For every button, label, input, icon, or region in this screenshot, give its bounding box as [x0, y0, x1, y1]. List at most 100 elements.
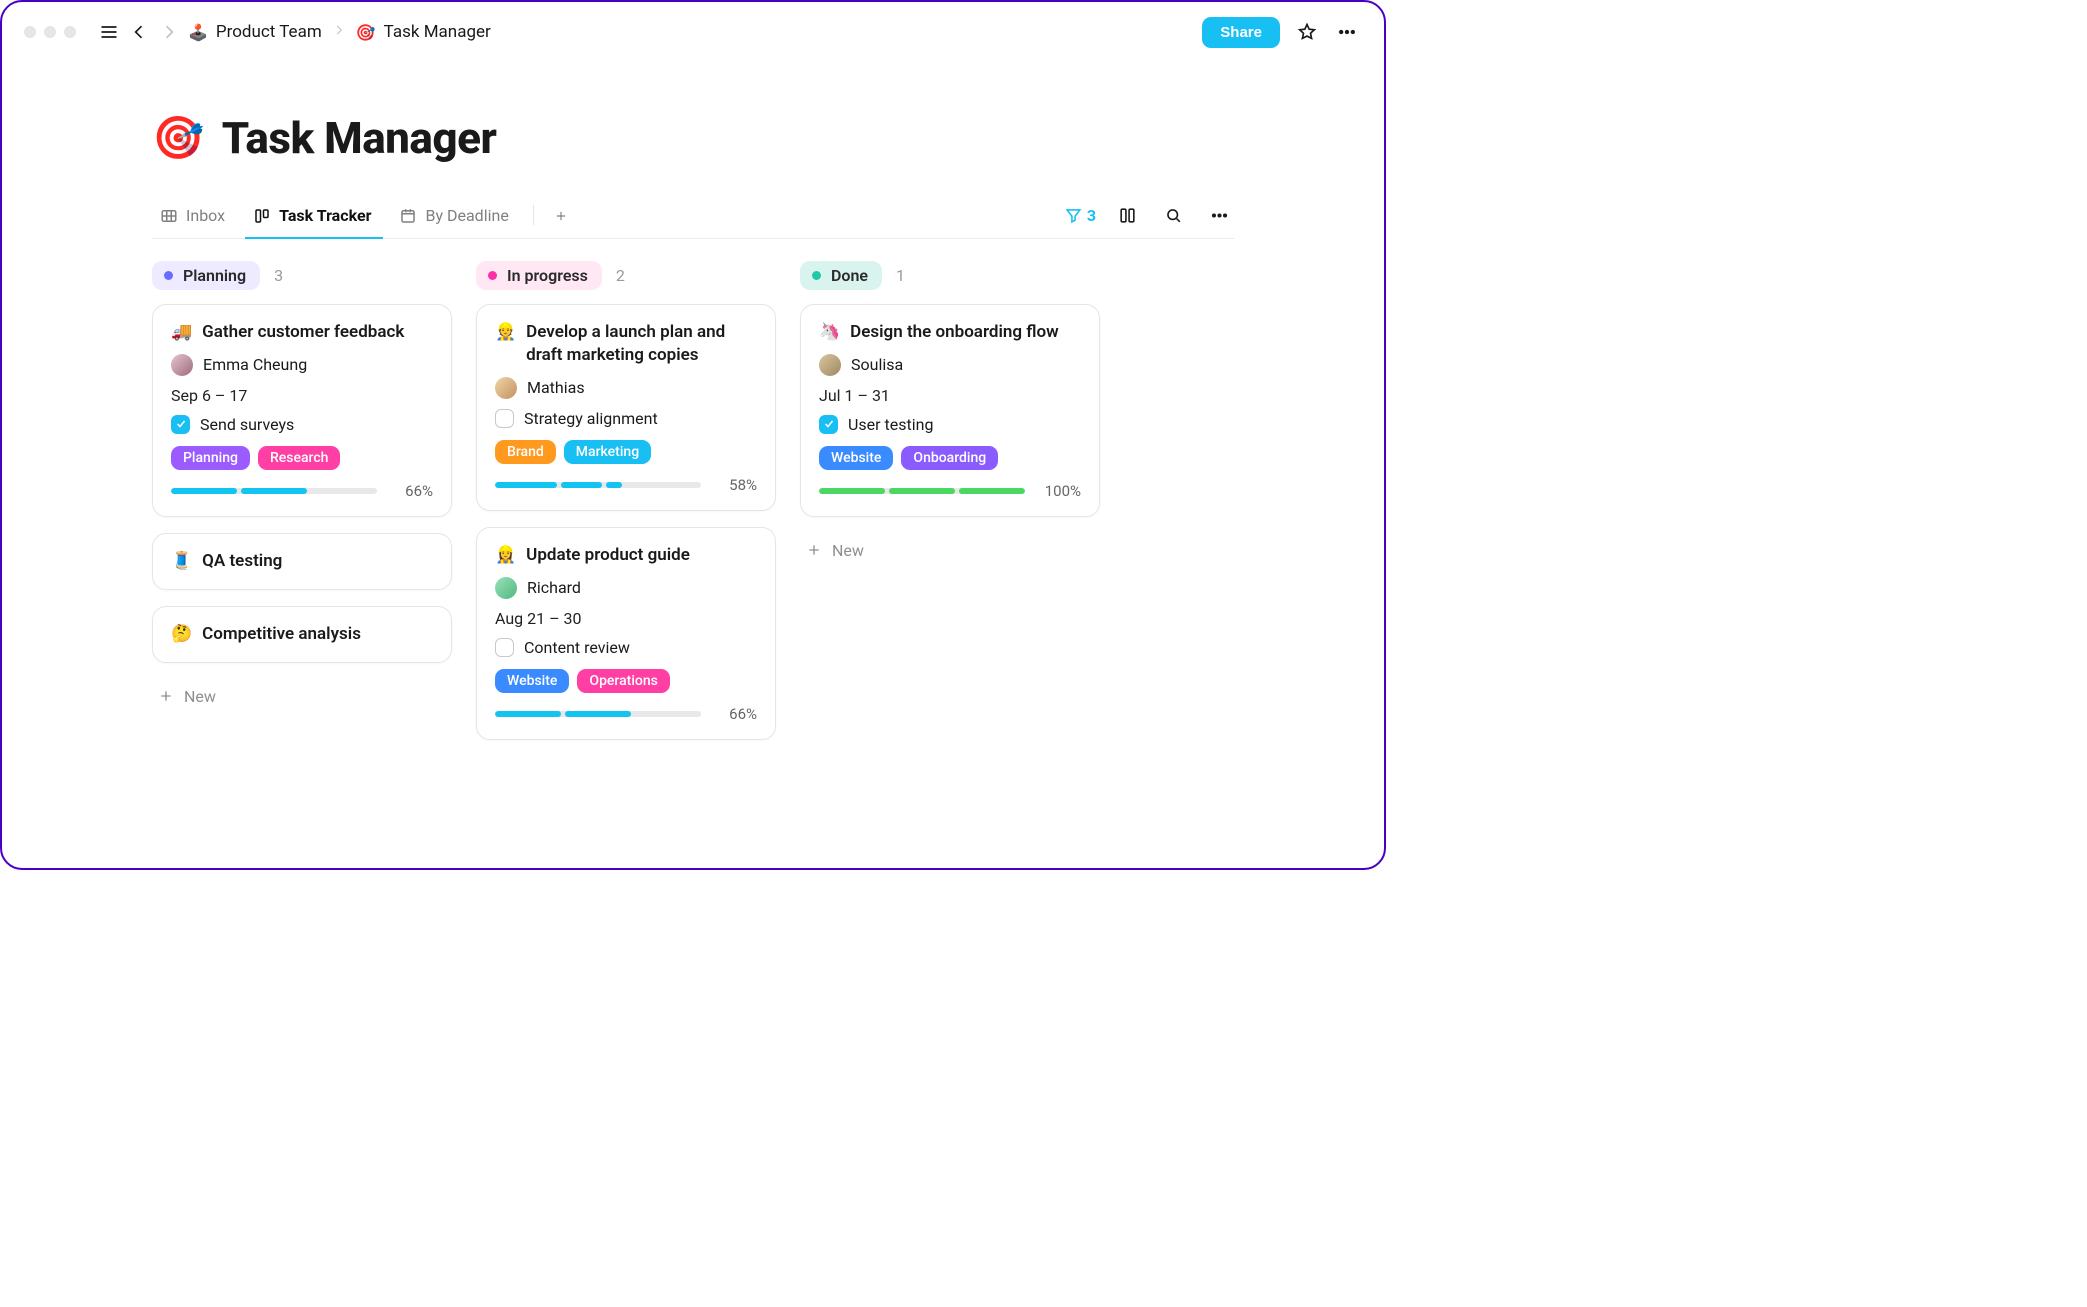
- subtask-label: Send surveys: [200, 415, 294, 434]
- group-icon[interactable]: [1112, 200, 1142, 230]
- tag-list: Website Operations: [495, 669, 757, 693]
- column-progress: In progress 2 👷 Develop a launch plan an…: [476, 261, 776, 756]
- tab-separator: [533, 205, 534, 225]
- tag[interactable]: Operations: [577, 669, 669, 693]
- card-title-text: Competitive analysis: [202, 623, 361, 646]
- breadcrumb: 🕹️ Product Team 🎯 Task Manager: [188, 22, 491, 42]
- star-icon[interactable]: [1292, 17, 1322, 47]
- new-label: New: [184, 687, 216, 706]
- column-pill[interactable]: In progress: [476, 261, 602, 290]
- assignee-name: Richard: [527, 578, 581, 597]
- tag[interactable]: Website: [819, 446, 893, 470]
- tag[interactable]: Website: [495, 669, 569, 693]
- column-pill[interactable]: Done: [800, 261, 882, 290]
- forward-icon[interactable]: [154, 17, 184, 47]
- date-range: Jul 1 – 31: [819, 386, 1081, 405]
- subtask-row[interactable]: Strategy alignment: [495, 409, 757, 428]
- subtask-row[interactable]: User testing: [819, 415, 1081, 434]
- column-count: 2: [616, 266, 625, 285]
- card-emoji: 🚚: [171, 321, 192, 344]
- task-card[interactable]: 🦄 Design the onboarding flow Soulisa Jul …: [800, 304, 1100, 517]
- tag[interactable]: Marketing: [564, 440, 651, 464]
- task-card[interactable]: 🧵 QA testing: [152, 533, 452, 590]
- card-title: 🧵 QA testing: [171, 550, 433, 573]
- tag[interactable]: Research: [258, 446, 340, 470]
- tab-label: Task Tracker: [279, 206, 371, 225]
- column-count: 3: [274, 266, 283, 285]
- checkbox-icon[interactable]: [171, 415, 190, 434]
- assignee-name: Soulisa: [851, 355, 903, 374]
- card-title-text: QA testing: [202, 550, 282, 573]
- tag-list: Website Onboarding: [819, 446, 1081, 470]
- avatar-icon: [495, 577, 517, 599]
- avatar-icon: [495, 377, 517, 399]
- tab-label: By Deadline: [425, 206, 508, 225]
- filter-button[interactable]: 3: [1064, 206, 1096, 225]
- progress-pct: 100%: [1037, 482, 1081, 500]
- breadcrumb-item-parent[interactable]: 🕹️ Product Team: [188, 22, 322, 42]
- card-title-text: Gather customer feedback: [202, 321, 404, 344]
- assignee-name: Mathias: [527, 378, 585, 397]
- subtask-row[interactable]: Content review: [495, 638, 757, 657]
- share-button[interactable]: Share: [1202, 17, 1280, 48]
- date-range: Sep 6 – 17: [171, 386, 433, 405]
- tag[interactable]: Brand: [495, 440, 556, 464]
- assignee: Richard: [495, 577, 757, 599]
- new-label: New: [832, 541, 864, 560]
- card-title: 🦄 Design the onboarding flow: [819, 321, 1081, 344]
- tag[interactable]: Planning: [171, 446, 250, 470]
- subtask-row[interactable]: Send surveys: [171, 415, 433, 434]
- card-title: 👷‍♀️ Update product guide: [495, 544, 757, 567]
- more-icon[interactable]: [1332, 17, 1362, 47]
- checkbox-icon[interactable]: [495, 409, 514, 428]
- date-range: Aug 21 – 30: [495, 609, 757, 628]
- tag-list: Brand Marketing: [495, 440, 757, 464]
- column-label: Planning: [183, 266, 246, 285]
- breadcrumb-item-current[interactable]: 🎯 Task Manager: [356, 22, 491, 42]
- progress: 58%: [495, 476, 757, 494]
- tab-task-tracker[interactable]: Task Tracker: [245, 198, 383, 239]
- search-icon[interactable]: [1158, 200, 1188, 230]
- card-emoji: 👷‍♀️: [495, 544, 516, 567]
- checkbox-icon[interactable]: [495, 638, 514, 657]
- add-view-button[interactable]: [546, 203, 576, 233]
- view-more-icon[interactable]: [1204, 200, 1234, 230]
- assignee-name: Emma Cheung: [203, 355, 307, 374]
- subtask-label: Strategy alignment: [524, 409, 658, 428]
- card-emoji: 🦄: [819, 321, 840, 344]
- task-card[interactable]: 👷‍♀️ Update product guide Richard Aug 21 …: [476, 527, 776, 740]
- column-done: Done 1 🦄 Design the onboarding flow Soul…: [800, 261, 1100, 756]
- chevron-right-icon: [332, 22, 346, 42]
- card-title: 🤔 Competitive analysis: [171, 623, 433, 646]
- column-count: 1: [896, 266, 905, 285]
- progress: 100%: [819, 482, 1081, 500]
- tag[interactable]: Onboarding: [901, 446, 998, 470]
- progress-pct: 66%: [389, 482, 433, 500]
- new-card-button[interactable]: New: [152, 679, 452, 714]
- subtask-label: User testing: [848, 415, 933, 434]
- tab-inbox[interactable]: Inbox: [152, 198, 237, 239]
- breadcrumb-emoji: 🕹️: [188, 23, 208, 42]
- breadcrumb-label: Product Team: [216, 22, 322, 42]
- task-card[interactable]: 🚚 Gather customer feedback Emma Cheung Se…: [152, 304, 452, 517]
- column-pill[interactable]: Planning: [152, 261, 260, 290]
- card-emoji: 🤔: [171, 623, 192, 646]
- tab-by-deadline[interactable]: By Deadline: [391, 198, 520, 239]
- progress-pct: 66%: [713, 705, 757, 723]
- back-icon[interactable]: [124, 17, 154, 47]
- subtask-label: Content review: [524, 638, 630, 657]
- assignee: Mathias: [495, 377, 757, 399]
- progress-pct: 58%: [713, 476, 757, 494]
- checkbox-icon[interactable]: [819, 415, 838, 434]
- avatar-icon: [171, 354, 193, 376]
- card-title: 🚚 Gather customer feedback: [171, 321, 433, 344]
- task-card[interactable]: 👷 Develop a launch plan and draft market…: [476, 304, 776, 511]
- menu-icon[interactable]: [94, 17, 124, 47]
- filter-count: 3: [1087, 206, 1096, 225]
- new-card-button[interactable]: New: [800, 533, 1100, 568]
- assignee: Soulisa: [819, 354, 1081, 376]
- column-label: Done: [831, 266, 868, 285]
- window-traffic-lights: [24, 26, 76, 38]
- status-dot-icon: [812, 271, 821, 280]
- task-card[interactable]: 🤔 Competitive analysis: [152, 606, 452, 663]
